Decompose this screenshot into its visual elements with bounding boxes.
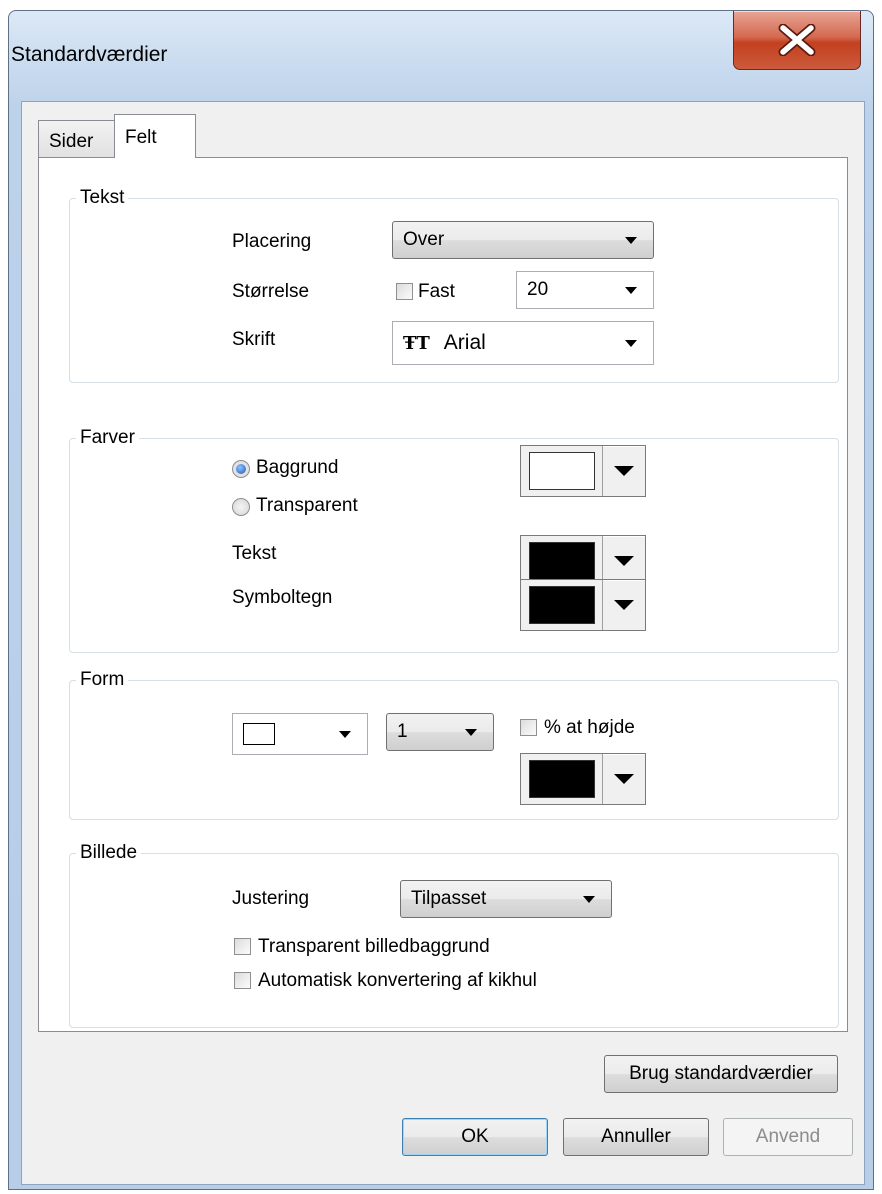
- group-tekst: Tekst Placering Over Størrelse Fast 20 S…: [69, 187, 839, 383]
- truetype-font-icon: ŦT: [403, 332, 430, 354]
- color-swatch: [528, 760, 595, 798]
- cancel-button[interactable]: Annuller: [563, 1118, 709, 1156]
- group-title-tekst: Tekst: [76, 187, 129, 209]
- symbol-color-picker[interactable]: [520, 579, 646, 631]
- color-swatch: [528, 452, 595, 490]
- transparent-label: Transparent: [256, 495, 358, 516]
- justering-label: Justering: [232, 888, 310, 909]
- window-title: Standardværdier: [11, 43, 168, 66]
- dialog-client-area: Sider Felt Tekst Placering Over Størrels…: [21, 101, 865, 1185]
- tab-felt[interactable]: Felt: [114, 114, 196, 158]
- auto-convert-checkbox[interactable]: [234, 972, 251, 989]
- transparent-bg-label: Transparent billedbaggrund: [258, 936, 490, 957]
- transparent-radio[interactable]: [232, 498, 250, 516]
- shape-dropdown[interactable]: [232, 713, 368, 755]
- symboltegn-label: Symboltegn: [232, 587, 333, 608]
- storrelse-label: Størrelse: [232, 281, 310, 302]
- chevron-down-icon: [614, 774, 634, 784]
- close-icon: [778, 24, 816, 56]
- group-billede: Billede Justering Tilpasset Transparent …: [69, 842, 839, 1028]
- baggrund-radio[interactable]: [232, 460, 250, 478]
- justering-dropdown[interactable]: Tilpasset: [400, 880, 612, 918]
- group-form: Form 1 % at højde: [69, 669, 839, 820]
- group-title-farver: Farver: [76, 427, 139, 449]
- tab-label: Sider: [49, 131, 94, 152]
- fast-checkbox[interactable]: [396, 283, 413, 300]
- rectangle-outline-icon: [243, 723, 275, 745]
- tab-sider[interactable]: Sider: [38, 120, 116, 158]
- chevron-down-icon: [583, 896, 595, 903]
- dialog-window: Standardværdier Sider Felt Tekst Placeri…: [8, 10, 874, 1190]
- line-width-dropdown[interactable]: 1: [386, 713, 494, 751]
- font-dropdown[interactable]: ŦT Arial: [392, 321, 654, 365]
- cancel-label: Annuller: [601, 1126, 671, 1147]
- chevron-down-icon: [339, 731, 351, 738]
- color-swatch: [528, 542, 595, 580]
- chevron-down-icon: [625, 287, 637, 294]
- skrift-label: Skrift: [232, 329, 276, 350]
- placering-value: Over: [403, 229, 445, 250]
- tab-label: Felt: [125, 127, 157, 148]
- chevron-down-icon: [625, 340, 637, 347]
- background-color-picker[interactable]: [520, 445, 646, 497]
- chevron-down-icon: [614, 466, 634, 476]
- baggrund-label: Baggrund: [256, 457, 339, 478]
- apply-button[interactable]: Anvend: [723, 1118, 853, 1156]
- font-value: Arial: [443, 331, 486, 354]
- placering-dropdown[interactable]: Over: [392, 221, 654, 259]
- form-color-picker[interactable]: [520, 753, 646, 805]
- size-dropdown[interactable]: 20: [516, 271, 654, 309]
- color-swatch: [528, 586, 595, 624]
- ok-button[interactable]: OK: [402, 1118, 548, 1156]
- chevron-down-icon: [465, 729, 477, 736]
- use-defaults-button[interactable]: Brug standardværdier: [604, 1055, 838, 1093]
- fast-label: Fast: [418, 281, 455, 302]
- group-title-billede: Billede: [76, 842, 142, 864]
- close-button[interactable]: [733, 11, 861, 70]
- chevron-down-icon: [625, 237, 637, 244]
- chevron-down-icon: [614, 556, 634, 566]
- apply-label: Anvend: [755, 1126, 821, 1147]
- justering-value: Tilpasset: [411, 888, 487, 909]
- chevron-down-icon: [614, 600, 634, 610]
- group-title-form: Form: [76, 669, 129, 691]
- percent-height-label: % at højde: [544, 717, 635, 738]
- tab-panel-felt: Tekst Placering Over Størrelse Fast 20 S…: [38, 157, 848, 1093]
- percent-height-checkbox[interactable]: [520, 719, 537, 736]
- ok-label: OK: [461, 1126, 489, 1147]
- use-defaults-label: Brug standardværdier: [629, 1063, 813, 1084]
- tekst-color-label: Tekst: [232, 543, 277, 564]
- transparent-bg-checkbox[interactable]: [234, 938, 251, 955]
- placering-label: Placering: [232, 231, 312, 252]
- auto-convert-label: Automatisk konvertering af kikhul: [258, 970, 537, 991]
- group-farver: Farver Baggrund Transparent Tekst Symbol…: [69, 427, 839, 653]
- size-value: 20: [527, 279, 549, 300]
- line-width-value: 1: [397, 721, 408, 742]
